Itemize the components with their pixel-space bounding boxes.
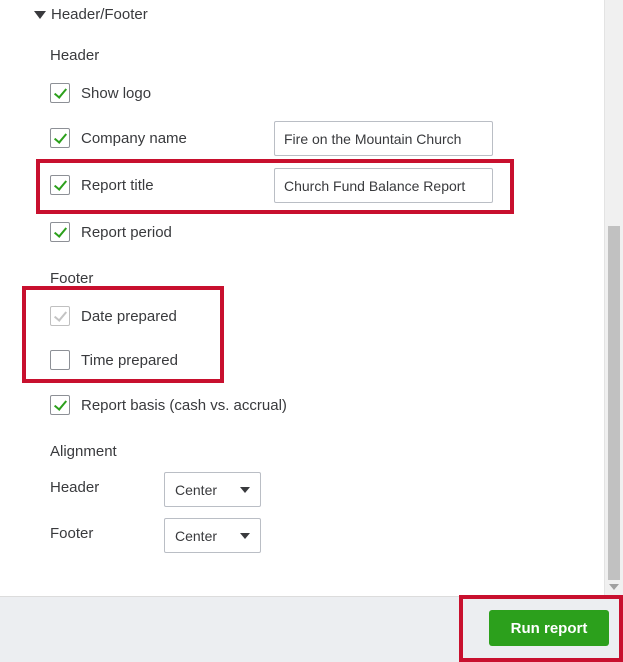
company-name-checkbox[interactable] — [50, 128, 70, 148]
report-basis-checkbox[interactable] — [50, 395, 70, 415]
footer-options-highlight — [22, 286, 224, 383]
header-alignment-value: Center — [175, 481, 218, 498]
show-logo-checkbox[interactable] — [50, 83, 70, 103]
run-report-highlight — [459, 595, 623, 662]
report-period-checkbox[interactable] — [50, 222, 70, 242]
header-footer-section-toggle[interactable]: Header/Footer — [34, 6, 148, 23]
checkmark-icon — [53, 397, 68, 411]
company-name-row[interactable]: Company name — [50, 128, 187, 148]
footer-group-label: Footer — [50, 270, 94, 287]
show-logo-label: Show logo — [81, 84, 152, 102]
caret-down-icon — [34, 10, 46, 19]
show-logo-row[interactable]: Show logo — [50, 83, 151, 103]
report-basis-row[interactable]: Report basis (cash vs. accrual) — [50, 395, 287, 415]
checkmark-icon — [53, 130, 68, 144]
company-name-label: Company name — [81, 129, 187, 147]
checkmark-icon — [53, 85, 68, 99]
report-title-highlight — [36, 159, 514, 214]
alignment-header-label: Header — [50, 479, 100, 496]
vertical-scrollbar[interactable] — [604, 0, 623, 596]
settings-panel: Header/Footer Header Show logo Company n… — [0, 0, 604, 596]
footer-alignment-value: Center — [175, 527, 218, 544]
report-period-label: Report period — [81, 223, 172, 241]
report-basis-label: Report basis (cash vs. accrual) — [81, 396, 287, 414]
alignment-footer-label: Footer — [50, 525, 94, 542]
dropdown-arrow-icon — [240, 532, 250, 539]
checkmark-icon — [53, 224, 68, 238]
report-period-row[interactable]: Report period — [50, 222, 172, 242]
dropdown-arrow-icon — [240, 486, 250, 493]
section-title: Header/Footer — [51, 6, 148, 23]
scrollbar-thumb[interactable] — [608, 226, 620, 580]
header-group-label: Header — [50, 47, 100, 64]
scroll-down-arrow-icon[interactable] — [609, 584, 619, 590]
company-name-input[interactable] — [274, 121, 493, 156]
header-alignment-select[interactable]: Center — [164, 472, 261, 507]
alignment-group-label: Alignment — [50, 443, 117, 460]
footer-alignment-select[interactable]: Center — [164, 518, 261, 553]
